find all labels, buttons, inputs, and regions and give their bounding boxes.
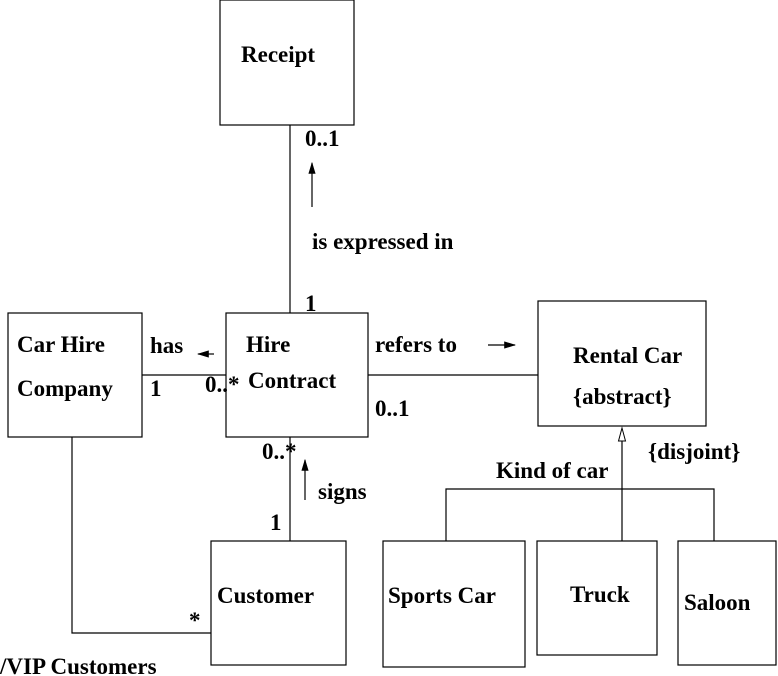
class-hire-contract[interactable]: Hire Contract <box>225 312 369 438</box>
uml-class-diagram: Receipt Car Hire Company Hire Contract R… <box>0 0 777 676</box>
class-name: Receipt <box>241 42 315 67</box>
generalization-label: Kind of car <box>496 458 608 483</box>
multiplicity: * <box>189 608 201 633</box>
class-name-line2: Company <box>17 376 113 401</box>
class-name: Rental Car <box>573 343 682 368</box>
class-name: Customer <box>217 583 314 608</box>
association-vip-line <box>71 437 211 634</box>
class-truck[interactable]: Truck <box>536 540 658 656</box>
class-name-line1: Hire <box>246 332 290 357</box>
multiplicity: 0..* <box>205 372 240 397</box>
class-name-line1: Car Hire <box>17 332 105 357</box>
multiplicity: 0..1 <box>375 396 410 421</box>
association-label: refers to <box>375 332 457 357</box>
class-rental-car[interactable]: Rental Car {abstract} <box>537 300 707 427</box>
class-name: Truck <box>570 582 630 607</box>
class-stereotype: {abstract} <box>573 384 672 409</box>
class-name-line2: Contract <box>248 368 336 393</box>
class-name: Sports Car <box>388 583 496 608</box>
multiplicity: 1 <box>270 510 282 535</box>
class-car-hire-company[interactable]: Car Hire Company <box>7 312 143 438</box>
class-name: Saloon <box>684 590 751 615</box>
class-saloon[interactable]: Saloon <box>677 540 777 666</box>
multiplicity: 0..* <box>262 439 297 464</box>
generalization-triangle-icon <box>617 426 627 442</box>
class-receipt[interactable]: Receipt <box>219 0 355 126</box>
multiplicity: 1 <box>150 376 162 401</box>
multiplicity: 1 <box>305 291 317 316</box>
class-customer[interactable]: Customer <box>210 540 347 666</box>
class-sports-car[interactable]: Sports Car <box>382 540 526 668</box>
generalization-constraint: {disjoint} <box>648 439 740 464</box>
association-label: has <box>150 333 183 358</box>
association-label: /VIP Customers <box>0 654 157 676</box>
multiplicity: 0..1 <box>305 126 340 151</box>
association-label: signs <box>318 479 367 504</box>
association-label: is expressed in <box>312 229 454 254</box>
